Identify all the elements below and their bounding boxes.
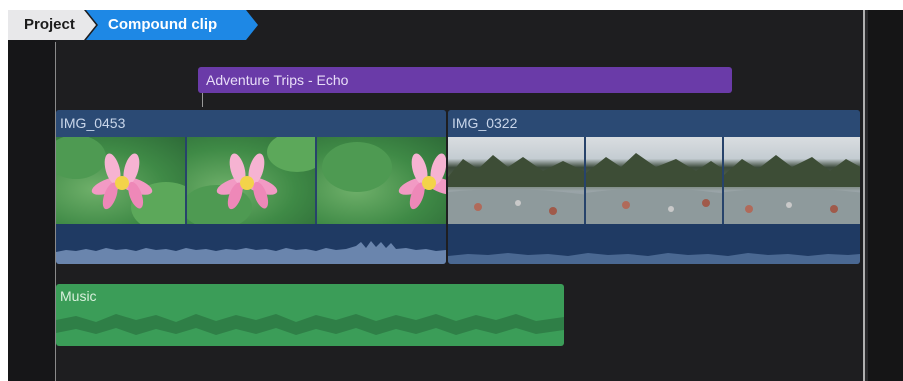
timeline-right-panel: [865, 10, 903, 381]
clip-connector: [202, 93, 203, 107]
thumbnail-river: [586, 137, 722, 224]
music-clip[interactable]: Music: [56, 284, 564, 346]
audio-waveform: [448, 224, 860, 264]
filmstrip: [448, 137, 860, 224]
clip-name: IMG_0322: [448, 110, 860, 137]
thumbnail-river: [724, 137, 860, 224]
video-clip-img-0322[interactable]: IMG_0322: [448, 110, 860, 264]
thumbnail-lotus: [56, 137, 185, 224]
breadcrumb: Project Compound clip: [8, 10, 258, 40]
timeline[interactable]: Project Compound clip Adventure Trips - …: [8, 10, 903, 381]
playhead[interactable]: [863, 10, 865, 381]
breadcrumb-project[interactable]: Project: [8, 10, 96, 40]
thumbnail-lotus: [186, 137, 316, 224]
title-clip[interactable]: Adventure Trips - Echo: [198, 67, 732, 93]
filmstrip: [56, 137, 446, 224]
audio-waveform: [56, 224, 446, 264]
thumbnail-river: [448, 137, 584, 224]
clip-name: IMG_0453: [56, 110, 446, 137]
music-clip-label: Music: [60, 288, 97, 304]
video-clip-img-0453[interactable]: IMG_0453: [56, 110, 446, 264]
title-clip-label: Adventure Trips - Echo: [206, 72, 349, 88]
timeline-left-gutter: [8, 40, 55, 381]
thumbnail-lotus: [317, 137, 446, 224]
breadcrumb-compound-clip[interactable]: Compound clip: [86, 10, 258, 40]
